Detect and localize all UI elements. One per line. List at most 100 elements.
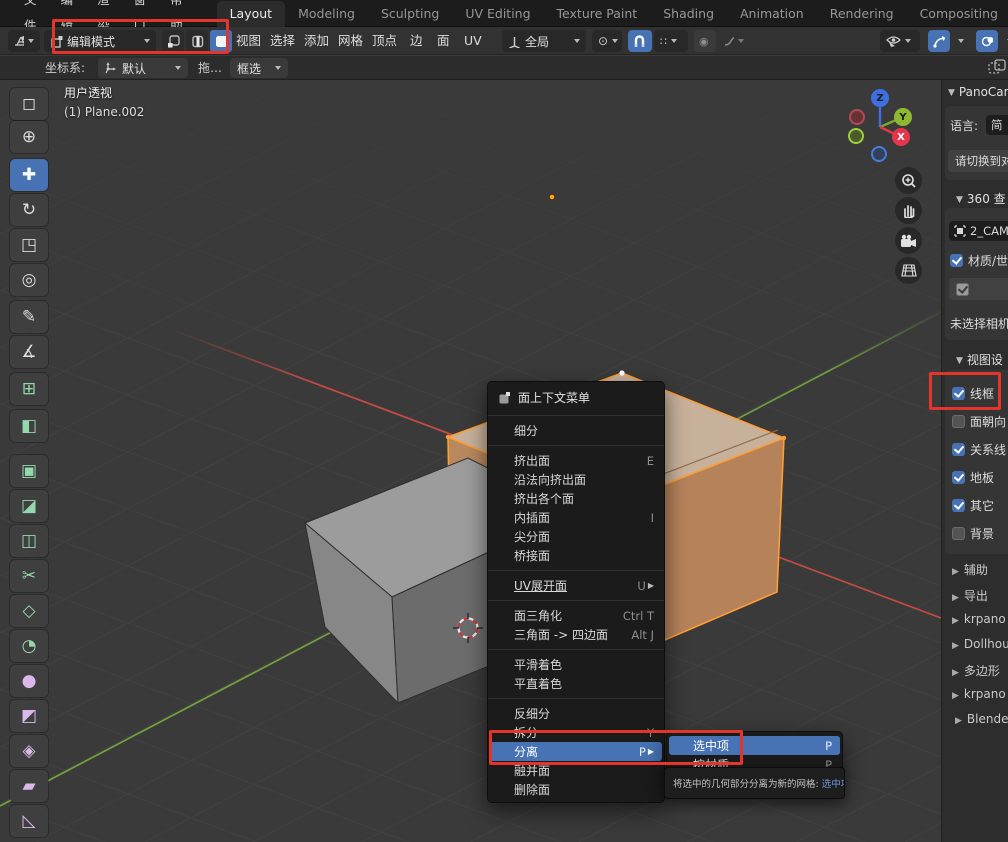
menu-item-shade-flat[interactable]: 平直着色 <box>488 674 664 693</box>
shrink-fatten-tool[interactable]: ◈ <box>10 735 48 767</box>
menu-item-poke-faces[interactable]: 尖分面 <box>488 527 664 546</box>
section-export[interactable]: ▶导出 <box>952 587 988 604</box>
select-box-dropdown[interactable]: 框选 <box>230 58 288 78</box>
tab-sculpting[interactable]: Sculpting <box>368 1 452 27</box>
orthographic-toggle-button[interactable] <box>895 257 922 284</box>
toggle-floor[interactable]: 地板 <box>952 469 994 486</box>
show-gizmo-dropdown[interactable] <box>952 30 970 52</box>
face-select-button[interactable] <box>210 30 232 52</box>
measure-tool[interactable]: ∡ <box>10 336 48 368</box>
tab-uv-editing[interactable]: UV Editing <box>452 1 543 27</box>
section-assist[interactable]: ▶辅助 <box>952 561 988 578</box>
extrude-region-tool[interactable]: ◧ <box>10 410 48 442</box>
menu-item-dissolve-faces[interactable]: 融并面 <box>488 761 664 780</box>
proportional-editing-button[interactable]: ◉ <box>694 30 716 52</box>
menu-add[interactable]: 添加 <box>304 27 329 55</box>
loop-cut-tool[interactable]: ◫ <box>10 525 48 557</box>
menu-item-shade-smooth[interactable]: 平滑着色 <box>488 655 664 674</box>
menu-view[interactable]: 视图 <box>236 27 261 55</box>
gizmo-z-axis[interactable]: Z <box>871 89 889 107</box>
menu-item-inset-faces[interactable]: 内插面I <box>488 508 664 527</box>
section-dollhouse[interactable]: ▶Dollhou <box>952 637 1008 651</box>
checkbox-unchecked-icon[interactable] <box>952 415 965 428</box>
section-blender[interactable]: ▶Blende <box>955 712 1008 726</box>
checkbox-checked-icon[interactable] <box>952 471 965 484</box>
section-krpano-1[interactable]: ▶krpano <box>952 612 1006 626</box>
pan-view-button[interactable] <box>895 197 922 224</box>
menu-edge[interactable]: 边 <box>410 27 423 55</box>
add-cube-tool[interactable]: ⊞ <box>10 373 48 405</box>
tab-compositing[interactable]: Compositing <box>907 1 1008 27</box>
smooth-tool[interactable]: ● <box>10 665 48 697</box>
zoom-view-button[interactable] <box>895 167 922 194</box>
language-dropdown[interactable]: 简 <box>986 115 1008 135</box>
camera-view-button[interactable] <box>895 227 922 254</box>
gizmo-neg-y-axis[interactable] <box>848 128 864 144</box>
menu-item-separate[interactable]: 分离P▶ <box>490 742 662 761</box>
menu-item-bridge-faces[interactable]: 桥接面 <box>488 546 664 565</box>
menu-item-extrude-along-normals[interactable]: 沿法向挤出面 <box>488 470 664 489</box>
checkbox-checked-icon[interactable] <box>952 443 965 456</box>
edge-select-button[interactable] <box>186 30 208 52</box>
show-gizmo-button[interactable] <box>928 30 950 52</box>
menu-vertex[interactable]: 顶点 <box>372 27 397 55</box>
tab-texture-paint[interactable]: Texture Paint <box>544 1 651 27</box>
sidebar-section-360[interactable]: ▼360 查 <box>956 190 1006 207</box>
checkbox-checked-icon[interactable] <box>950 254 963 267</box>
transform-tool[interactable]: ◎ <box>10 264 48 296</box>
knife-tool[interactable]: ✂ <box>10 560 48 592</box>
annotate-tool[interactable]: ✎ <box>10 301 48 333</box>
tweak-select-tool[interactable]: ◻ <box>10 88 48 120</box>
menu-item-extrude-faces[interactable]: 挤出面E <box>488 451 664 470</box>
sidebar-section-panocam[interactable]: ▼PanoCama <box>948 85 1008 99</box>
active-vertex[interactable] <box>619 370 624 375</box>
show-object-types-dropdown[interactable] <box>880 30 920 52</box>
tab-shading[interactable]: Shading <box>650 1 727 27</box>
menu-face[interactable]: 面 <box>437 27 450 55</box>
editor-type-dropdown[interactable] <box>8 30 40 52</box>
menu-item-subdivide[interactable]: 细分 <box>488 421 664 440</box>
gizmo-neg-x-axis[interactable] <box>849 109 865 125</box>
rip-region-tool[interactable]: ◺ <box>10 805 48 837</box>
toggle-other[interactable]: 其它 <box>952 497 994 514</box>
inset-faces-tool[interactable]: ▣ <box>10 455 48 487</box>
show-overlays-dropdown[interactable] <box>1001 30 1008 52</box>
edge-slide-tool[interactable]: ◩ <box>10 700 48 732</box>
toggle-wireframe[interactable]: 线框 <box>952 385 994 402</box>
sidebar-section-view-settings[interactable]: ▼视图设 <box>956 351 1003 368</box>
spin-tool[interactable]: ◔ <box>10 630 48 662</box>
menu-item-tris-to-quads[interactable]: 三角面 -> 四边面Alt J <box>488 625 664 644</box>
snap-toggle-button[interactable] <box>628 30 652 52</box>
snap-with-dropdown[interactable]: ∷ <box>654 30 688 52</box>
cursor-tool[interactable]: ⊕ <box>10 121 48 153</box>
shear-tool[interactable]: ▰ <box>10 770 48 802</box>
menu-item-extrude-individual[interactable]: 挤出各个面 <box>488 489 664 508</box>
material-world-row[interactable]: 材质/世界 <box>950 252 1008 269</box>
menu-mesh[interactable]: 网格 <box>338 27 363 55</box>
menu-select[interactable]: 选择 <box>270 27 295 55</box>
section-polygon[interactable]: ▶多边形 <box>952 662 1000 679</box>
menu-item-triangulate[interactable]: 面三角化Ctrl T <box>488 606 664 625</box>
toggle-background[interactable]: 背景 <box>952 525 994 542</box>
xray-toggle-icon-partial[interactable] <box>988 59 1008 77</box>
default-orientation-dropdown[interactable]: 默认 <box>98 58 188 78</box>
checkbox-checked-icon[interactable] <box>952 499 965 512</box>
tab-modeling[interactable]: Modeling <box>285 1 368 27</box>
checkbox-gray-checked-icon[interactable] <box>956 283 969 296</box>
show-overlays-button[interactable] <box>976 30 998 52</box>
bevel-tool[interactable]: ◪ <box>10 490 48 522</box>
falloff-dropdown[interactable] <box>718 30 750 52</box>
gizmo-x-axis[interactable]: X <box>892 128 910 146</box>
poly-build-tool[interactable]: ◇ <box>10 595 48 627</box>
vertex-select-button[interactable] <box>162 30 184 52</box>
submenu-item-selection[interactable]: 选中项P <box>669 736 840 755</box>
toggle-relationship-lines[interactable]: 关系线 <box>952 441 1006 458</box>
checkbox-checked-icon[interactable] <box>952 387 965 400</box>
transform-orientation-dropdown[interactable]: 全局 <box>502 30 586 52</box>
camera-object-field[interactable]: 2_CAM <box>949 221 1008 241</box>
gizmo-y-axis[interactable]: Y <box>894 108 912 126</box>
checkbox-unchecked-icon[interactable] <box>952 527 965 540</box>
menu-item-uv-unwrap[interactable]: UV展开面U▶ <box>488 576 664 595</box>
tab-rendering[interactable]: Rendering <box>817 1 907 27</box>
move-tool[interactable]: ✚ <box>10 159 48 191</box>
